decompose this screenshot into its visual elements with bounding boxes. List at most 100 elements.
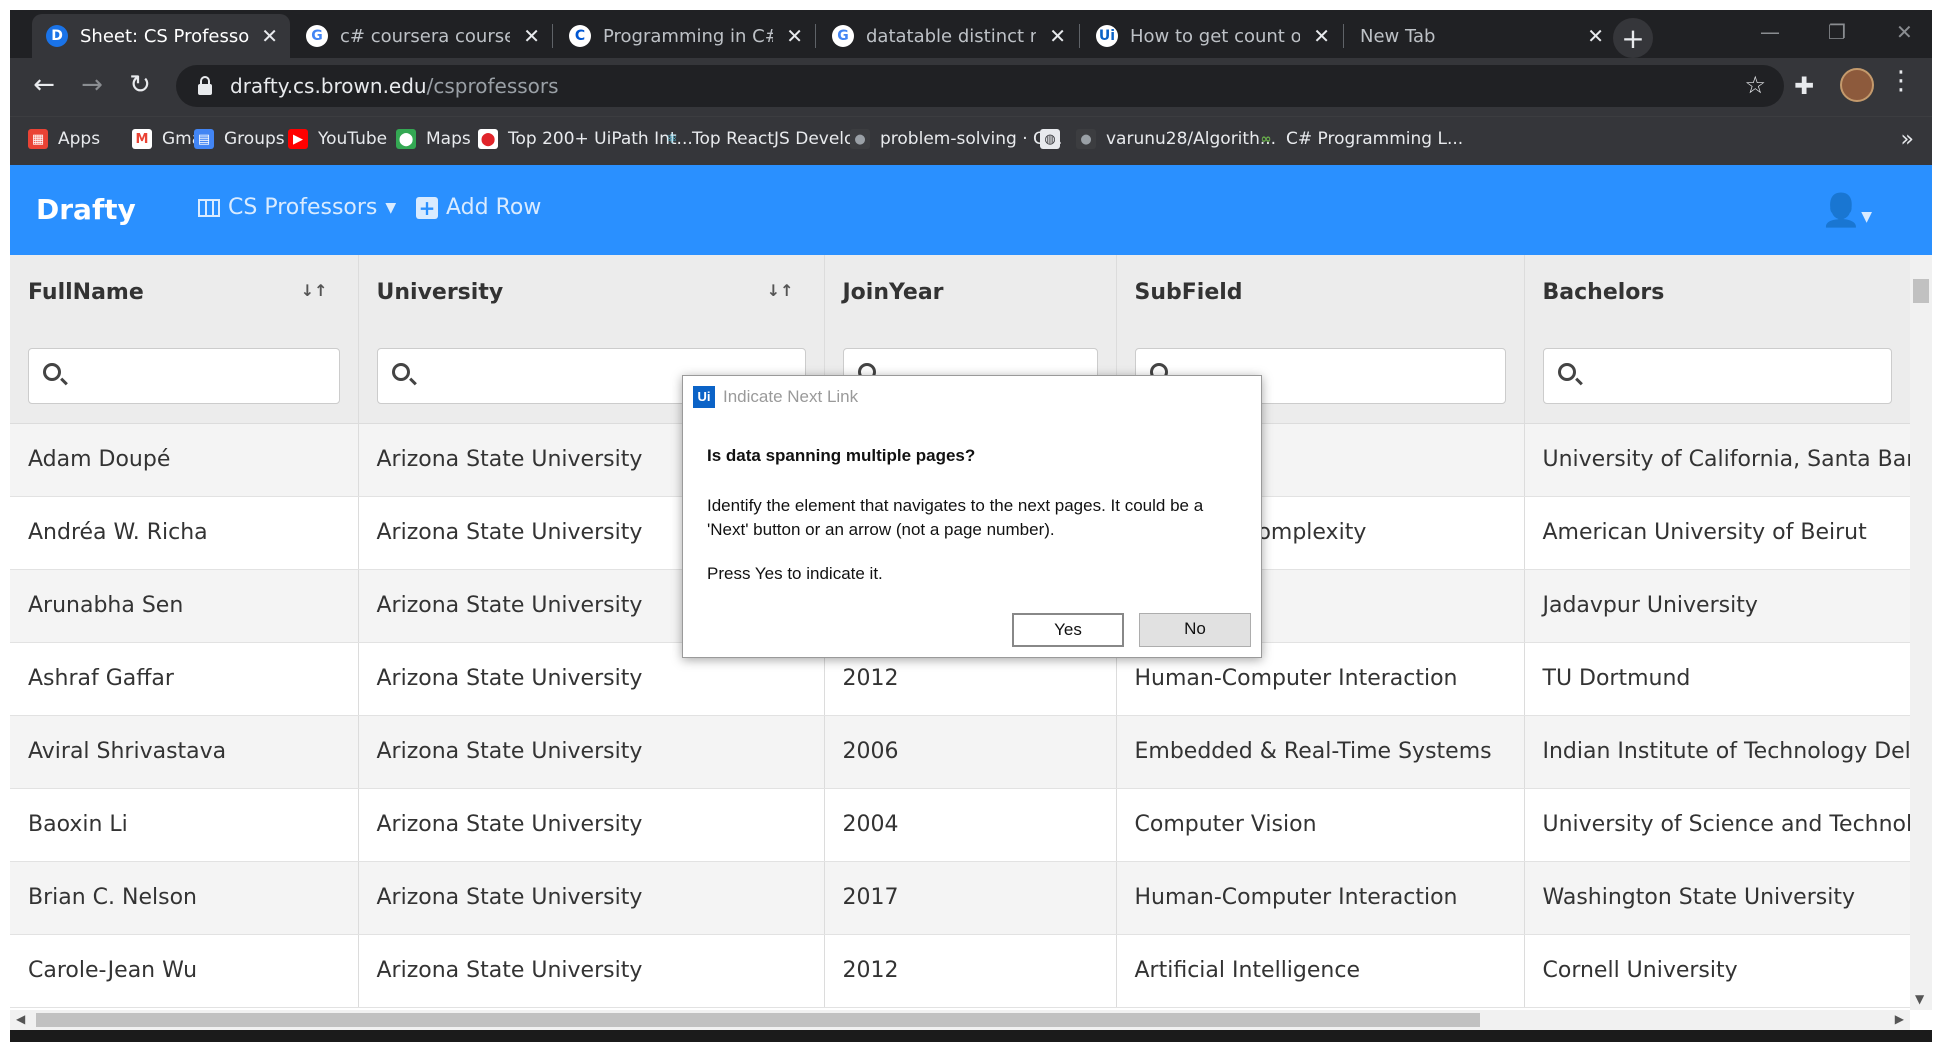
table-cell-fullname[interactable]: Aviral Shrivastava (10, 715, 359, 789)
table-cell-subfield[interactable]: Embedded & Real-Time Systems (1116, 715, 1525, 789)
tab-1[interactable]: D Sheet: CS Professors ✕ (32, 14, 290, 58)
table-row[interactable]: Aviral Shrivastava Arizona State Universi… (10, 715, 1911, 789)
column-header-university[interactable]: University ↓↑ (358, 255, 825, 329)
table-cell-bachelors[interactable]: Washington State University (1524, 861, 1911, 935)
table-cell-bachelors[interactable]: University of California, Santa Barb (1524, 423, 1911, 497)
app-navbar: Drafty CS Professors ▼ + Add Row 👤▼ (10, 165, 1932, 255)
table-cell-subfield[interactable]: Computer Vision (1116, 788, 1525, 862)
restore-icon[interactable]: ❐ (1828, 20, 1846, 44)
table-cell-bachelors[interactable]: TU Dortmund (1524, 642, 1911, 716)
bookmark-globe[interactable]: ◍ (1040, 129, 1070, 149)
tab-separator (1079, 24, 1080, 48)
sort-icon[interactable]: ↓↑ (767, 281, 794, 300)
new-tab-button[interactable]: + (1613, 18, 1653, 58)
table-cell-fullname[interactable]: Ashraf Gaffar (10, 642, 359, 716)
table-cell-university[interactable]: Arizona State University (358, 715, 825, 789)
column-search-input[interactable] (1542, 347, 1892, 404)
back-icon[interactable]: ← (28, 70, 60, 100)
table-cell-fullname[interactable]: Carole-Jean Wu (10, 934, 359, 1008)
column-header-label: Bachelors (1542, 279, 1665, 305)
vertical-scroll-thumb[interactable] (1913, 279, 1929, 303)
table-row[interactable]: Brian C. Nelson Arizona State University 2… (10, 861, 1911, 935)
tab-2[interactable]: Gc# coursera courses - ✕ (292, 14, 552, 58)
search-icon (1557, 362, 1576, 381)
table-cell-bachelors[interactable]: Cornell University (1524, 934, 1911, 1008)
close-window-icon[interactable]: ✕ (1896, 20, 1913, 44)
profile-avatar[interactable] (1840, 68, 1874, 102)
bookmark-github[interactable]: ● problem-solving · G... (850, 129, 1062, 149)
tab-title: Sheet: CS Professors (80, 25, 250, 47)
groups-icon: ▤ (194, 129, 214, 149)
tab-close-icon[interactable]: ✕ (1587, 24, 1604, 48)
tab-close-icon[interactable]: ✕ (261, 24, 278, 48)
column-header-fullname[interactable]: FullName ↓↑ (10, 255, 359, 329)
column-header-bachelors[interactable]: Bachelors (1524, 255, 1911, 329)
tab-5[interactable]: Ui How to get count of ✕ (1082, 14, 1342, 58)
user-menu[interactable]: 👤▼ (1821, 191, 1872, 229)
table-cell-bachelors[interactable]: Indian Institute of Technology Delh (1524, 715, 1911, 789)
tab-6[interactable]: New Tab ✕ (1346, 14, 1616, 58)
bookmark-star-icon[interactable]: ☆ (1744, 71, 1766, 99)
bookmarks-overflow-button[interactable]: » (1901, 127, 1914, 152)
table-cell-joinyear[interactable]: 2006 (824, 715, 1117, 789)
table-cell-bachelors[interactable]: American University of Beirut (1524, 496, 1911, 570)
url-text[interactable]: drafty.cs.brown.edu/csprofessors (230, 74, 559, 98)
table-cell-joinyear[interactable]: 2004 (824, 788, 1117, 862)
brand-logo[interactable]: Drafty (36, 193, 136, 226)
bookmark-github[interactable]: ● varunu28/Algorith... (1076, 129, 1276, 149)
bookmark-react[interactable]: ⚛ Top ReactJS Develo... (662, 129, 870, 149)
table-cell-fullname[interactable]: Arunabha Sen (10, 569, 359, 643)
vertical-scrollbar[interactable]: ▼ (1910, 255, 1932, 1010)
github-icon: ● (850, 129, 870, 149)
bookmark-uipath-site[interactable]: ⬤ Top 200+ UiPath Int... (478, 129, 693, 149)
horizontal-scrollbar[interactable]: ◀ ▶ (10, 1010, 1910, 1030)
horizontal-scroll-thumb[interactable] (36, 1013, 1480, 1027)
table-cell-fullname[interactable]: Adam Doupé (10, 423, 359, 497)
no-button[interactable]: No (1139, 613, 1251, 647)
table-row[interactable]: Baoxin Li Arizona State University 2004 Com… (10, 788, 1911, 862)
tab-3[interactable]: C Programming in C# | ✕ (555, 14, 815, 58)
forward-icon[interactable]: → (76, 70, 108, 100)
reload-icon[interactable]: ↻ (124, 70, 156, 100)
bookmark-youtube[interactable]: ▶ YouTube (288, 129, 387, 149)
uipath-site-icon: ⬤ (478, 129, 498, 149)
table-cell-fullname[interactable]: Brian C. Nelson (10, 861, 359, 935)
table-cell-fullname[interactable]: Andréa W. Richa (10, 496, 359, 570)
tab-close-icon[interactable]: ✕ (786, 24, 803, 48)
yes-button[interactable]: Yes (1012, 613, 1124, 647)
tab-close-icon[interactable]: ✕ (1049, 24, 1066, 48)
add-row-button[interactable]: + Add Row (416, 195, 541, 220)
browser-menu-icon[interactable]: ⋮ (1888, 66, 1914, 96)
table-cell-university[interactable]: Arizona State University (358, 788, 825, 862)
scroll-left-arrow-icon[interactable]: ◀ (16, 1012, 25, 1026)
table-cell-subfield[interactable]: Human-Computer Interaction (1116, 861, 1525, 935)
scroll-down-arrow-icon[interactable]: ▼ (1915, 992, 1924, 1006)
address-bar[interactable]: drafty.cs.brown.edu/csprofessors ☆ (176, 65, 1784, 107)
column-header-subfield[interactable]: SubField (1116, 255, 1525, 329)
sort-icon[interactable]: ↓↑ (301, 281, 328, 300)
table-row[interactable]: Carole-Jean Wu Arizona State University 20… (10, 934, 1911, 1008)
table-cell-joinyear[interactable]: 2012 (824, 934, 1117, 1008)
column-search-input[interactable] (28, 347, 340, 404)
sheet-menu[interactable]: CS Professors ▼ (198, 195, 396, 220)
table-cell-bachelors[interactable]: University of Science and Technolo (1524, 788, 1911, 862)
tab-close-icon[interactable]: ✕ (1313, 24, 1330, 48)
tab-close-icon[interactable]: ✕ (523, 24, 540, 48)
table-cell-fullname[interactable]: Baoxin Li (10, 788, 359, 862)
table-cell-bachelors[interactable]: Jadavpur University (1524, 569, 1911, 643)
bookmark-apps-grid[interactable]: ▦ Apps (28, 129, 100, 149)
scroll-right-arrow-icon[interactable]: ▶ (1895, 1012, 1904, 1026)
browser-toolbar: ← → ↻ drafty.cs.brown.edu/csprofessors ☆… (10, 58, 1932, 116)
table-cell-joinyear[interactable]: 2017 (824, 861, 1117, 935)
table-cell-university[interactable]: Arizona State University (358, 934, 825, 1008)
bookmark-maps[interactable]: ⬤ Maps (396, 129, 471, 149)
table-cell-university[interactable]: Arizona State University (358, 861, 825, 935)
column-header-joinyear[interactable]: JoinYear (824, 255, 1117, 329)
url-path: /csprofessors (426, 74, 559, 98)
bookmark-groups[interactable]: ▤ Groups (194, 129, 285, 149)
table-cell-subfield[interactable]: Artificial Intelligence (1116, 934, 1525, 1008)
extensions-icon[interactable]: ✚ (1794, 72, 1814, 100)
tab-4[interactable]: Gdatatable distinct row ✕ (818, 14, 1078, 58)
bookmark-csharp[interactable]: ∞ C# Programming L... (1256, 129, 1464, 149)
minimize-icon[interactable]: — (1760, 20, 1780, 44)
